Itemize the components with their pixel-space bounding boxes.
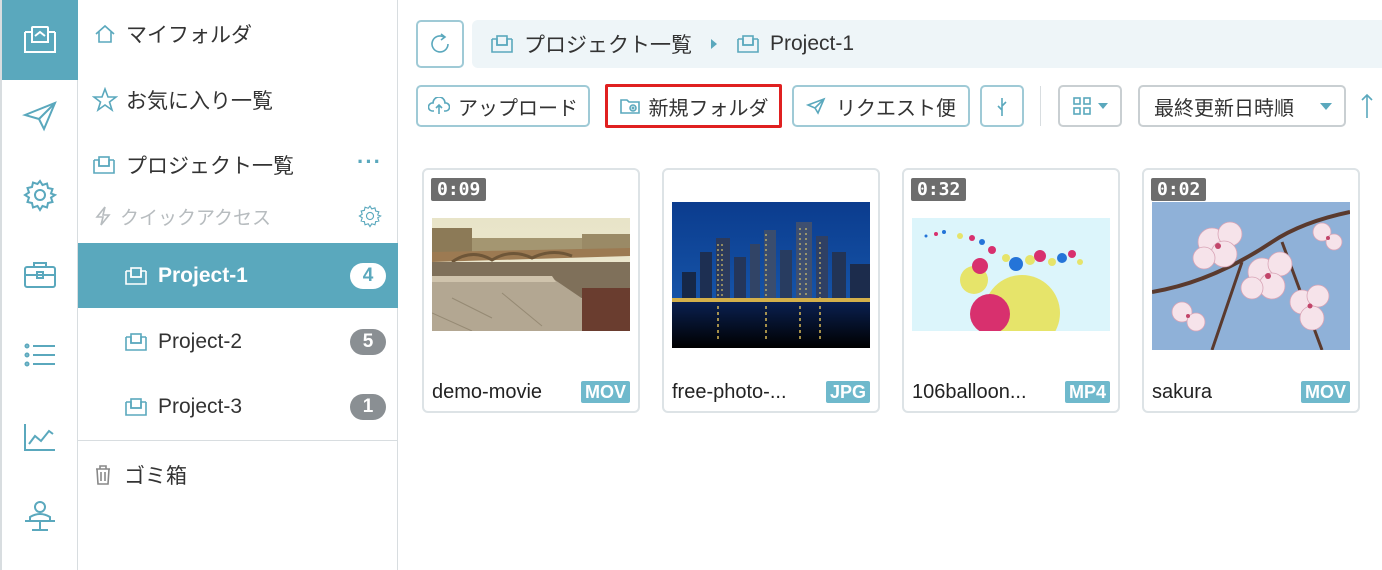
nav-briefcase-button[interactable]	[2, 235, 78, 315]
quick-access-label: クイックアクセス	[120, 207, 272, 229]
main-content: プロジェクト一覧 Project-1 アップロード 新規フォルダ リクエスト便	[398, 0, 1382, 570]
sort-direction-icon[interactable]	[1360, 92, 1374, 120]
duration-badge: 0:02	[1151, 178, 1207, 201]
new-folder-label: 新規フォルダ	[648, 97, 769, 120]
cherry-blossom-thumbnail	[1151, 202, 1351, 351]
sidebar-item-projects[interactable]: プロジェクト一覧 ···	[78, 145, 398, 185]
breadcrumb-root-label: プロジェクト一覧	[524, 34, 692, 57]
briefcase-icon	[22, 259, 58, 291]
quick-access-settings-icon[interactable]	[358, 204, 382, 228]
project-folder-icon	[124, 331, 148, 353]
file-type-badge: MOV	[580, 381, 630, 403]
sidebar-item-label: マイフォルダ	[126, 24, 252, 47]
quick-access-header: クイックアクセス	[78, 198, 398, 234]
chevron-right-icon	[710, 38, 718, 50]
trash-icon	[94, 464, 112, 486]
nav-send-button[interactable]	[2, 76, 78, 156]
file-name: 106balloon...	[912, 381, 1027, 403]
caret-down-icon	[1320, 102, 1332, 110]
app-nav-rail	[0, 0, 78, 570]
sidebar-item-project-2[interactable]: Project-2 5	[78, 310, 398, 374]
cloud-upload-icon	[428, 97, 450, 115]
file-type-badge: MOV	[1300, 381, 1350, 403]
send-icon	[806, 97, 826, 115]
home-icon	[94, 23, 116, 45]
file-card[interactable]: 0:09 demo-movie MOV	[422, 168, 640, 413]
folder-tray-icon	[22, 24, 58, 56]
sidebar-item-label: プロジェクト一覧	[126, 155, 294, 178]
nav-settings-button[interactable]	[2, 155, 78, 235]
duration-badge: 0:32	[911, 178, 967, 201]
sidebar-item-my-folder[interactable]: マイフォルダ	[78, 14, 398, 54]
file-type-badge: MP4	[1064, 381, 1110, 403]
project-folder-icon	[490, 33, 514, 55]
nav-folders-button[interactable]	[2, 0, 78, 80]
project-folder-icon	[124, 396, 148, 418]
lightning-icon	[94, 205, 112, 227]
caret-down-icon	[1098, 103, 1108, 109]
request-label: リクエスト便	[836, 97, 956, 120]
folder-add-icon	[619, 97, 641, 115]
sidebar-item-project-3[interactable]: Project-3 1	[78, 375, 398, 439]
list-icon	[22, 339, 58, 371]
sidebar-item-trash[interactable]: ゴミ箱	[78, 455, 398, 495]
file-name: sakura	[1152, 381, 1213, 403]
sidebar-item-label: お気に入り一覧	[126, 90, 273, 113]
sort-selected-value: 最終更新日時順	[1154, 97, 1294, 120]
tree-view-button[interactable]	[980, 85, 1024, 127]
nav-admin-button[interactable]	[2, 477, 78, 557]
file-card[interactable]: 0:32 106balloon... MP4	[902, 168, 1120, 413]
file-card[interactable]: 0:02 sakura MOV	[1142, 168, 1360, 413]
breadcrumb-root[interactable]: プロジェクト一覧	[490, 29, 692, 59]
send-icon	[22, 100, 58, 132]
file-name: free-photo-...	[672, 381, 787, 403]
gear-icon	[23, 178, 57, 212]
count-badge: 4	[350, 262, 386, 289]
project-folder-icon	[92, 154, 116, 176]
view-mode-dropdown[interactable]	[1058, 85, 1122, 127]
folder-sidebar: マイフォルダ お気に入り一覧 プロジェクト一覧 ··· クイックアクセス Pro…	[78, 0, 398, 570]
admin-user-icon	[22, 500, 58, 534]
file-type-badge: JPG	[825, 381, 870, 403]
sidebar-item-label: Project-1	[158, 263, 248, 287]
duration-badge: 0:09	[431, 178, 487, 201]
breadcrumb-current[interactable]: Project-1	[736, 32, 854, 56]
sidebar-item-project-1[interactable]: Project-1 4	[78, 243, 398, 308]
grid-icon	[1072, 96, 1092, 116]
sidebar-item-label: Project-2	[158, 330, 243, 353]
toolbar-divider	[1040, 86, 1041, 126]
file-name: demo-movie	[432, 381, 543, 403]
project-folder-icon	[124, 265, 148, 287]
divider	[78, 440, 398, 441]
nav-analytics-button[interactable]	[2, 397, 78, 477]
breadcrumb: プロジェクト一覧 Project-1	[472, 20, 1382, 68]
refresh-button[interactable]	[416, 20, 464, 68]
city-skyline-thumbnail	[672, 202, 870, 348]
tree-icon	[994, 94, 1010, 118]
file-card[interactable]: free-photo-... JPG	[662, 168, 880, 413]
balloons-thumbnail	[912, 218, 1110, 351]
project-folder-icon	[736, 33, 760, 55]
sidebar-item-favorites[interactable]: お気に入り一覧	[78, 80, 398, 120]
sidebar-item-label: Project-3	[158, 395, 243, 418]
refresh-icon	[427, 31, 453, 57]
sort-select[interactable]: 最終更新日時順	[1138, 85, 1346, 127]
star-icon	[92, 87, 118, 113]
upload-button[interactable]: アップロード	[416, 85, 590, 127]
new-folder-button[interactable]: 新規フォルダ	[605, 84, 782, 128]
request-button[interactable]: リクエスト便	[792, 85, 970, 127]
count-badge: 1	[350, 394, 386, 420]
more-options-button[interactable]: ···	[357, 149, 382, 175]
bridge-photo-thumbnail	[431, 218, 630, 332]
nav-list-button[interactable]	[2, 315, 78, 395]
count-badge: 5	[350, 329, 386, 355]
sidebar-item-label: ゴミ箱	[124, 465, 187, 488]
chart-icon	[22, 421, 58, 453]
breadcrumb-current-label: Project-1	[770, 32, 855, 55]
upload-label: アップロード	[458, 97, 578, 120]
